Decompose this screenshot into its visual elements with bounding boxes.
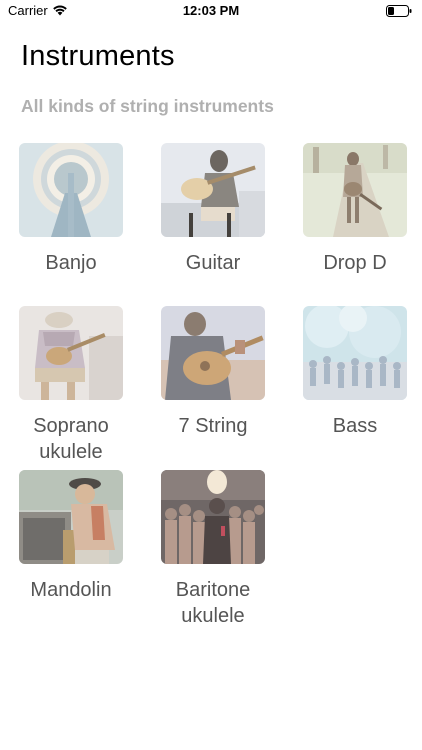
instrument-label: Baritone ukulele (175, 579, 251, 627)
mandolin-thumbnail (19, 470, 123, 564)
page-title: Instruments (21, 40, 175, 72)
baritone-ukulele-thumbnail (161, 470, 265, 564)
instrument-label: 7 String (178, 415, 248, 437)
instrument-label: Guitar (185, 252, 241, 274)
instrument-label: Drop D (323, 252, 387, 274)
instrument-label: Soprano ukulele (33, 415, 109, 463)
page-subtitle: All kinds of string instruments (21, 96, 274, 116)
clock: 12:03 PM (182, 3, 240, 18)
7-string-thumbnail (161, 306, 265, 400)
bass-thumbnail (303, 306, 407, 400)
instrument-label: Banjo (45, 252, 97, 274)
battery-icon (386, 4, 412, 17)
instrument-label: Mandolin (30, 579, 112, 601)
status-bar: Carrier 12:03 PM (0, 0, 422, 24)
soprano-ukulele-thumbnail (19, 306, 123, 400)
drop-d-thumbnail (303, 143, 407, 237)
instrument-label: Bass (332, 415, 378, 437)
banjo-thumbnail (19, 143, 123, 237)
guitar-thumbnail (161, 143, 265, 237)
